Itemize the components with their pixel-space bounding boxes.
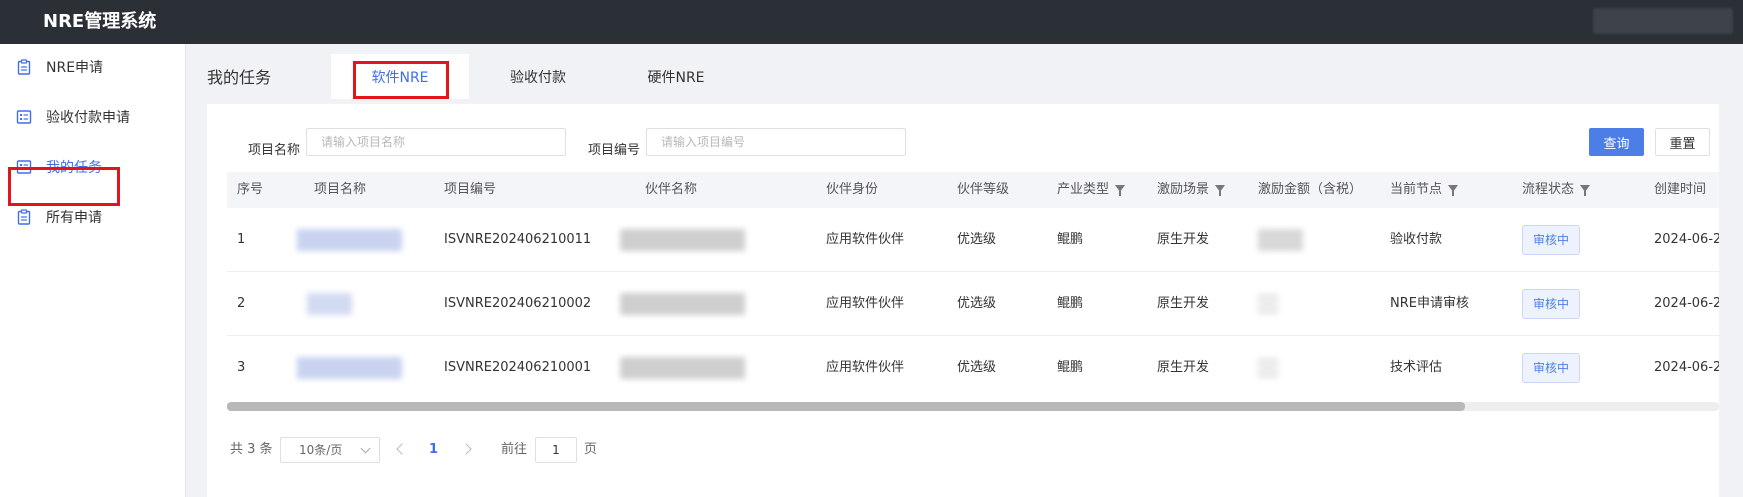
page-number-current[interactable]: 1 (429, 437, 438, 463)
cell-scenario: 原生开发 (1157, 232, 1210, 247)
project-no-label: 项目编号 (588, 143, 641, 158)
clipboard-icon (17, 59, 31, 75)
redacted-partner-name (620, 293, 745, 315)
column-header: 创建时间 (1654, 182, 1707, 197)
cell-industry: 鲲鹏 (1057, 360, 1084, 375)
cell-created: 2024-06-2 (1654, 296, 1719, 311)
cell-partner-role: 应用软件伙伴 (826, 232, 905, 247)
cell-industry: 鲲鹏 (1057, 232, 1084, 247)
status-badge[interactable]: 审核中 (1522, 225, 1580, 255)
cell-partner-role: 应用软件伙伴 (826, 296, 905, 311)
column-header-label: 激励场景 (1157, 182, 1210, 197)
column-header-filterable[interactable]: 当前节点 (1390, 172, 1459, 208)
sidebar-item-label: NRE申请 (46, 60, 104, 76)
app-title: NRE管理系统 (43, 11, 157, 32)
column-header-filterable[interactable]: 流程状态 (1522, 172, 1591, 208)
page-title: 我的任务 (207, 68, 272, 87)
cell-index: 3 (237, 360, 246, 375)
chevron-down-icon (360, 443, 371, 454)
column-header-label: 当前节点 (1390, 182, 1443, 197)
project-name-input[interactable] (306, 128, 566, 156)
sidebar-item-nre-apply[interactable]: NRE申请 (0, 44, 186, 90)
cell-partner-role: 应用软件伙伴 (826, 360, 905, 375)
column-header: 项目名称 (314, 182, 367, 197)
filter-icon[interactable] (1580, 185, 1591, 196)
goto-page-input[interactable]: 1 (535, 437, 577, 463)
status-badge[interactable]: 审核中 (1522, 289, 1580, 319)
cell-partner-level: 优选级 (957, 296, 997, 311)
table-row[interactable]: 2 ISVNRE202406210002 应用软件伙伴 优选级 鲲鹏 原生开发 … (227, 272, 1719, 336)
cell-index: 2 (237, 296, 246, 311)
cell-scenario: 原生开发 (1157, 296, 1210, 311)
redacted-project-name (297, 229, 402, 251)
goto-suffix: 页 (584, 442, 598, 457)
goto-prefix: 前往 (501, 442, 528, 457)
column-header-label: 流程状态 (1522, 182, 1575, 197)
sidebar-item-label: 所有申请 (46, 210, 102, 226)
column-header: 伙伴等级 (957, 182, 1010, 197)
cell-industry: 鲲鹏 (1057, 296, 1084, 311)
cell-index: 1 (237, 232, 246, 247)
table-row[interactable]: 1 ISVNRE202406210011 应用软件伙伴 优选级 鲲鹏 原生开发 … (227, 208, 1719, 272)
pagination-total: 共 3 条 (230, 442, 273, 457)
highlight-box-sidebar (8, 167, 120, 206)
redacted-amount (1258, 293, 1278, 315)
redacted-amount (1258, 357, 1278, 379)
cell-node: NRE申请审核 (1390, 296, 1469, 311)
redacted-partner-name (620, 357, 745, 379)
query-button[interactable]: 查询 (1589, 128, 1644, 156)
cell-node: 验收付款 (1390, 232, 1443, 247)
column-header: 伙伴身份 (826, 182, 879, 197)
status-badge[interactable]: 审核中 (1522, 353, 1580, 383)
redacted-project-name (307, 293, 352, 315)
cell-project-no: ISVNRE202406210002 (444, 296, 592, 311)
cell-partner-level: 优选级 (957, 232, 997, 247)
task-table: 序号 项目名称 项目编号 伙伴名称 伙伴身份 伙伴等级 产业类型 激励场景 激励… (227, 172, 1719, 392)
cell-created: 2024-06-2 (1654, 360, 1719, 375)
horizontal-scrollbar[interactable] (227, 402, 1719, 411)
cell-scenario: 原生开发 (1157, 360, 1210, 375)
column-header-label: 产业类型 (1057, 182, 1110, 197)
column-header-filterable[interactable]: 激励场景 (1157, 172, 1226, 208)
cell-partner-level: 优选级 (957, 360, 997, 375)
column-header-filterable[interactable]: 产业类型 (1057, 172, 1126, 208)
page-size-value: 10条/页 (299, 443, 343, 457)
column-header: 序号 (237, 182, 264, 197)
highlight-box-tab (353, 61, 449, 99)
cell-project-no: ISVNRE202406210001 (444, 360, 592, 375)
redacted-project-name (297, 357, 402, 379)
checklist-icon (16, 110, 32, 124)
page-size-select[interactable]: 10条/页 (280, 437, 380, 463)
chevron-right-icon[interactable] (460, 443, 472, 455)
sidebar-item-payment-apply[interactable]: 验收付款申请 (0, 94, 186, 140)
filter-icon[interactable] (1215, 185, 1226, 196)
sidebar: NRE申请 验收付款申请 我的任务 所有申请 (0, 44, 186, 497)
chevron-left-icon[interactable] (396, 443, 408, 455)
cell-project-no: ISVNRE202406210011 (444, 232, 592, 247)
filter-icon[interactable] (1115, 185, 1126, 196)
cell-node: 技术评估 (1390, 360, 1443, 375)
column-header: 伙伴名称 (645, 182, 698, 197)
top-bar: NRE管理系统 (0, 0, 1743, 44)
tab-acceptance-payment[interactable]: 验收付款 (469, 54, 607, 99)
column-header: 激励金额（含税） (1258, 182, 1363, 197)
project-name-label: 项目名称 (248, 143, 301, 158)
clipboard-icon (17, 209, 31, 225)
column-header: 项目编号 (444, 182, 497, 197)
project-no-input[interactable] (646, 128, 906, 156)
table-header: 序号 项目名称 项目编号 伙伴名称 伙伴身份 伙伴等级 产业类型 激励场景 激励… (227, 172, 1719, 208)
redacted-amount (1258, 229, 1303, 251)
scrollbar-thumb[interactable] (227, 402, 1465, 411)
main-content: 我的任务 软件NRE 验收付款 硬件NRE 项目名称 项目编号 查询 重置 序号… (187, 44, 1743, 497)
reset-button[interactable]: 重置 (1655, 128, 1710, 156)
sidebar-item-label: 验收付款申请 (46, 110, 130, 126)
filter-icon[interactable] (1448, 185, 1459, 196)
tab-hardware-nre[interactable]: 硬件NRE (607, 54, 745, 99)
user-menu[interactable] (1593, 8, 1733, 34)
cell-created: 2024-06-2 (1654, 232, 1719, 247)
table-row[interactable]: 3 ISVNRE202406210001 应用软件伙伴 优选级 鲲鹏 原生开发 … (227, 336, 1719, 392)
redacted-partner-name (620, 229, 745, 251)
task-panel: 项目名称 项目编号 查询 重置 序号 项目名称 项目编号 伙伴名称 伙伴身份 伙… (207, 104, 1719, 497)
